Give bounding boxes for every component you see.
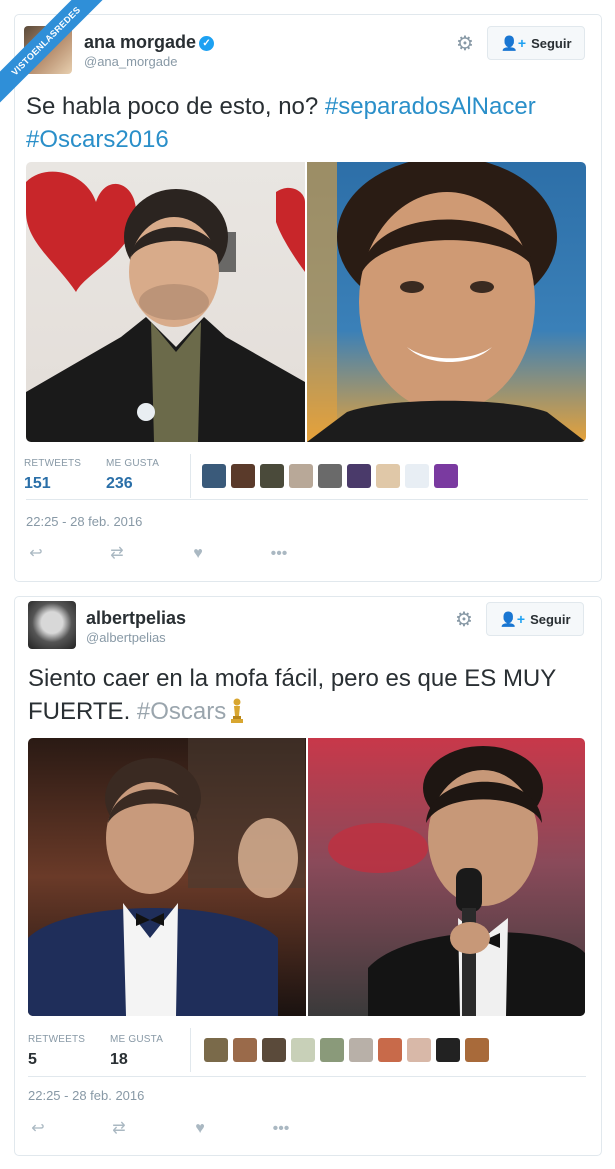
follow-label: Seguir <box>531 35 572 51</box>
liker-avatar[interactable] <box>289 464 313 488</box>
liker-avatar[interactable] <box>233 1038 257 1062</box>
photo-left <box>28 738 306 1016</box>
hashtag-link[interactable]: #Oscars <box>137 698 226 725</box>
liker-avatar[interactable] <box>378 1038 402 1062</box>
retweet-icon[interactable]: ⇄ <box>109 1120 129 1138</box>
liker-avatar[interactable] <box>318 464 342 488</box>
likers-avatars <box>204 1038 489 1062</box>
liker-avatar[interactable] <box>347 464 371 488</box>
watermark-text: VISTOENLASREDES <box>0 0 110 106</box>
photo-left <box>26 162 305 442</box>
tweet-photo[interactable] <box>26 162 586 442</box>
liker-avatar[interactable] <box>204 1038 228 1062</box>
photo-right <box>307 738 585 1016</box>
tweet-actions: ↩ ⇄ ♥ ••• <box>28 1120 352 1138</box>
retweets-label: RETWEETS <box>24 458 82 469</box>
reply-icon[interactable]: ↩ <box>26 545 46 563</box>
reply-icon[interactable]: ↩ <box>28 1120 48 1138</box>
likes-label: ME GUSTA <box>110 1034 164 1045</box>
tweet-photo[interactable] <box>28 738 585 1016</box>
stats-divider <box>190 1028 191 1072</box>
retweets-label: RETWEETS <box>28 1034 86 1045</box>
portrait-illustration <box>327 746 585 1016</box>
like-icon[interactable]: ♥ <box>188 545 208 563</box>
tweet-actions: ↩ ⇄ ♥ ••• <box>26 545 350 563</box>
tweet-timestamp[interactable]: 22:25 - 28 feb. 2016 <box>28 1088 144 1103</box>
watermark-ribbon: VISTOENLASREDES <box>0 0 110 110</box>
gear-icon[interactable]: ⚙ <box>455 34 475 54</box>
like-icon[interactable]: ♥ <box>190 1120 210 1138</box>
liker-avatar[interactable] <box>349 1038 373 1062</box>
likers-avatars <box>202 464 458 488</box>
retweets-count: 5 <box>28 1051 37 1068</box>
liker-avatar[interactable] <box>407 1038 431 1062</box>
tweet-text: Siento caer en la mofa fácil, pero es qu… <box>28 662 588 728</box>
follow-button[interactable]: 👤+ Seguir <box>487 26 585 60</box>
trophy-icon <box>231 698 244 723</box>
retweets-count: 151 <box>24 475 51 492</box>
more-icon[interactable]: ••• <box>271 1120 291 1138</box>
liker-avatar[interactable] <box>376 464 400 488</box>
liker-avatar[interactable] <box>291 1038 315 1062</box>
retweets-stat[interactable]: RETWEETS 5 <box>28 1034 85 1069</box>
likes-label: ME GUSTA <box>106 458 160 469</box>
liker-avatar[interactable] <box>231 464 255 488</box>
user-name[interactable]: albertpelias <box>86 608 186 629</box>
photo-right <box>307 162 586 442</box>
avatar[interactable] <box>28 601 76 649</box>
retweet-icon[interactable]: ⇄ <box>107 545 127 563</box>
tweet-text: Se habla poco de esto, no? #separadosAlN… <box>26 90 586 156</box>
tweet-stats: RETWEETS 5 ME GUSTA 18 <box>24 1034 192 1080</box>
verified-badge-icon: ✓ <box>199 36 215 51</box>
liker-avatar[interactable] <box>260 464 284 488</box>
likes-stat[interactable]: ME GUSTA 236 <box>106 458 159 493</box>
stats-divider <box>190 454 191 498</box>
portrait-illustration <box>28 738 305 1016</box>
add-user-icon: 👤+ <box>500 34 527 51</box>
liker-avatar[interactable] <box>436 1038 460 1062</box>
tweet-text-plain: Siento caer en la mofa fácil, pero es qu… <box>28 665 556 725</box>
liker-avatar[interactable] <box>320 1038 344 1062</box>
more-icon[interactable]: ••• <box>269 545 289 563</box>
tweet-timestamp[interactable]: 22:25 - 28 feb. 2016 <box>26 514 142 529</box>
liker-avatar[interactable] <box>202 464 226 488</box>
divider <box>28 1076 586 1077</box>
likes-count: 18 <box>110 1051 128 1068</box>
divider <box>26 499 588 500</box>
add-user-icon: 👤+ <box>499 610 526 627</box>
likes-stat[interactable]: ME GUSTA 18 <box>110 1034 163 1069</box>
liker-avatar[interactable] <box>434 464 458 488</box>
hashtag-link[interactable]: #separadosAlNacer <box>325 93 536 120</box>
user-handle[interactable]: @albertpelias <box>86 630 166 645</box>
retweets-stat[interactable]: RETWEETS 151 <box>24 458 81 493</box>
portrait-illustration <box>26 171 305 442</box>
portrait-illustration <box>307 162 586 442</box>
tweet-stats: RETWEETS 151 ME GUSTA 236 <box>24 458 192 504</box>
gear-icon[interactable]: ⚙ <box>454 610 474 630</box>
tweet-card: albertpelias @albertpelias ⚙ 👤+ Seguir S… <box>14 596 602 1156</box>
liker-avatar[interactable] <box>405 464 429 488</box>
hashtag-link[interactable]: #Oscars2016 <box>26 126 169 153</box>
liker-avatar[interactable] <box>465 1038 489 1062</box>
liker-avatar[interactable] <box>262 1038 286 1062</box>
likes-count: 236 <box>106 475 133 492</box>
follow-button[interactable]: 👤+ Seguir <box>486 602 584 636</box>
follow-label: Seguir <box>530 611 571 627</box>
